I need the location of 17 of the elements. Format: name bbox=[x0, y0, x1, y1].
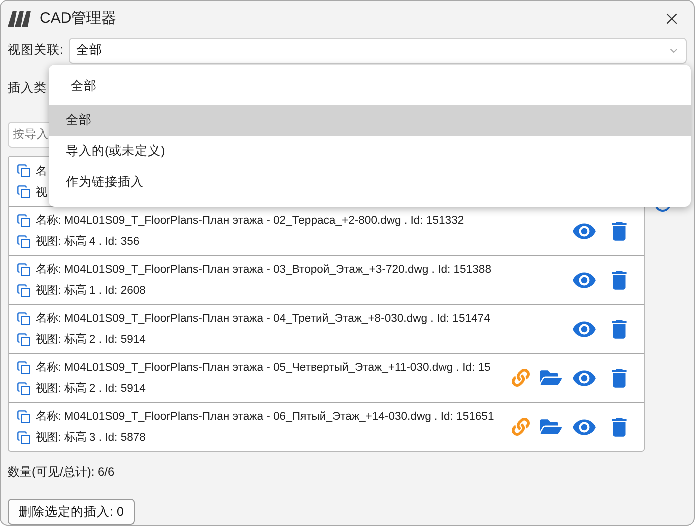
name-text: 名称: M04L01S09_T_FloorPlans-План этажа - 04_Третий_Этаж_+8-030.dwg . Id: 151474 bbox=[36, 312, 490, 326]
view-text: 视图: 标高 2 . Id: 5914 bbox=[36, 332, 146, 348]
name-text: 名 bbox=[36, 164, 47, 179]
name-text: 名称: M04L01S09_T_FloorPlans-План этажа - 05_Четвертый_Этаж_+11-030.dwg . Id: 15 bbox=[36, 360, 491, 376]
window-title: CAD管理器 bbox=[40, 9, 118, 28]
view-filter-label: 视图关联: bbox=[8, 42, 64, 60]
view-text: 视图: 标高 3 . Id: 5878 bbox=[36, 430, 146, 446]
name-text: 名称: M04L01S09_T_FloorPlans-План этажа - 03_Второй_Этаж_+3-720.dwg . Id: 151388 bbox=[36, 262, 492, 278]
name-text: 名称: M04L01S09_T_FloorPlans-План этажа - 06_Пятый_Этаж_+14-030.dwg . Id: 151651 bbox=[36, 410, 494, 424]
view-text: 视图: 标高 4 . Id: 356 bbox=[36, 234, 140, 250]
view-text: 视图: 标高 2 . Id: 5914 bbox=[36, 381, 146, 396]
view-text: 视图: 标高 1 . Id: 2608 bbox=[36, 283, 146, 298]
name-text: 名称: M04L01S09_T_FloorPlans-План этажа - 02_Терраса_+2-800.dwg . Id: 151332 bbox=[36, 214, 464, 228]
count-text: 数量(可见/总计): 6/6 bbox=[8, 464, 116, 482]
dropdown-value: 全部 bbox=[71, 78, 98, 95]
view-text: 视 bbox=[36, 186, 47, 200]
insert-type-label: 插入类 bbox=[8, 80, 47, 97]
